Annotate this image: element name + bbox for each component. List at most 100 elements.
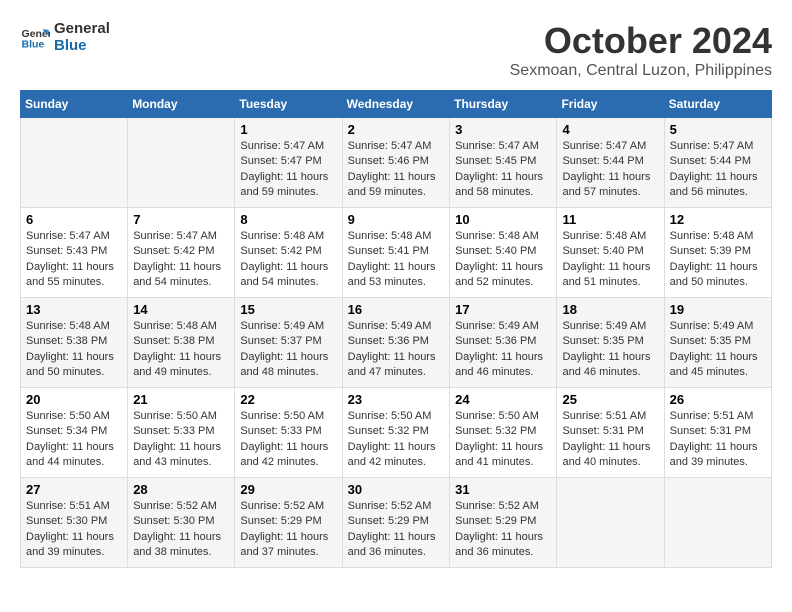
day-info: Sunrise: 5:47 AMSunset: 5:43 PMDaylight:… (26, 229, 122, 291)
calendar-cell: 4 Sunrise: 5:47 AMSunset: 5:44 PMDaylight… (557, 118, 664, 208)
calendar-cell: 22Sunrise: 5:50 AMSunset: 5:33 PMDayligh… (235, 388, 342, 478)
day-info: Sunrise: 5:48 AMSunset: 5:40 PMDaylight:… (455, 229, 551, 291)
day-number: 29 (240, 482, 336, 497)
calendar-header-row: SundayMondayTuesdayWednesdayThursdayFrid… (21, 91, 772, 118)
day-number: 6 (26, 212, 122, 227)
day-info: Sunrise: 5:48 AMSunset: 5:38 PMDaylight:… (133, 319, 229, 381)
calendar-cell: 10Sunrise: 5:48 AMSunset: 5:40 PMDayligh… (450, 208, 557, 298)
calendar-week-row: 6 Sunrise: 5:47 AMSunset: 5:43 PMDaylight… (21, 208, 772, 298)
calendar-cell: 11 Sunrise: 5:48 AMSunset: 5:40 PMDayligh… (557, 208, 664, 298)
calendar-cell: 24 Sunrise: 5:50 AMSunset: 5:32 PMDayligh… (450, 388, 557, 478)
day-number: 25 (562, 392, 658, 407)
day-info: Sunrise: 5:49 AMSunset: 5:36 PMDaylight:… (348, 319, 445, 381)
page-header: General Blue General Blue October 2024 S… (20, 20, 772, 80)
logo-icon: General Blue (20, 22, 50, 52)
day-info: Sunrise: 5:50 AMSunset: 5:32 PMDaylight:… (348, 409, 445, 471)
day-number: 4 (562, 122, 658, 137)
weekday-header: Sunday (21, 91, 128, 118)
day-info: Sunrise: 5:50 AMSunset: 5:34 PMDaylight:… (26, 409, 122, 471)
calendar-cell: 6 Sunrise: 5:47 AMSunset: 5:43 PMDaylight… (21, 208, 128, 298)
day-info: Sunrise: 5:49 AMSunset: 5:36 PMDaylight:… (455, 319, 551, 381)
day-number: 18 (562, 302, 658, 317)
calendar-cell: 30Sunrise: 5:52 AMSunset: 5:29 PMDayligh… (342, 478, 450, 568)
day-info: Sunrise: 5:50 AMSunset: 5:32 PMDaylight:… (455, 409, 551, 471)
title-section: October 2024 Sexmoan, Central Luzon, Phi… (510, 20, 772, 80)
day-info: Sunrise: 5:49 AMSunset: 5:35 PMDaylight:… (562, 319, 658, 381)
day-info: Sunrise: 5:48 AMSunset: 5:39 PMDaylight:… (670, 229, 766, 291)
calendar-cell: 19 Sunrise: 5:49 AMSunset: 5:35 PMDayligh… (664, 298, 771, 388)
day-number: 20 (26, 392, 122, 407)
calendar-cell: 16 Sunrise: 5:49 AMSunset: 5:36 PMDayligh… (342, 298, 450, 388)
calendar-cell: 13 Sunrise: 5:48 AMSunset: 5:38 PMDayligh… (21, 298, 128, 388)
calendar-cell: 15Sunrise: 5:49 AMSunset: 5:37 PMDayligh… (235, 298, 342, 388)
calendar-cell (557, 478, 664, 568)
day-number: 28 (133, 482, 229, 497)
day-info: Sunrise: 5:52 AMSunset: 5:29 PMDaylight:… (455, 499, 551, 561)
day-info: Sunrise: 5:51 AMSunset: 5:31 PMDaylight:… (670, 409, 766, 471)
calendar-cell: 29Sunrise: 5:52 AMSunset: 5:29 PMDayligh… (235, 478, 342, 568)
day-number: 13 (26, 302, 122, 317)
calendar-cell: 23 Sunrise: 5:50 AMSunset: 5:32 PMDayligh… (342, 388, 450, 478)
calendar-week-row: 1 Sunrise: 5:47 AMSunset: 5:47 PMDaylight… (21, 118, 772, 208)
day-info: Sunrise: 5:49 AMSunset: 5:35 PMDaylight:… (670, 319, 766, 381)
day-info: Sunrise: 5:52 AMSunset: 5:29 PMDaylight:… (348, 499, 445, 561)
calendar-cell: 5Sunrise: 5:47 AMSunset: 5:44 PMDaylight… (664, 118, 771, 208)
weekday-header: Wednesday (342, 91, 450, 118)
month-title: October 2024 (510, 20, 772, 62)
day-number: 31 (455, 482, 551, 497)
day-number: 22 (240, 392, 336, 407)
day-number: 9 (348, 212, 445, 227)
location-subtitle: Sexmoan, Central Luzon, Philippines (510, 62, 772, 80)
weekday-header: Friday (557, 91, 664, 118)
weekday-header: Saturday (664, 91, 771, 118)
calendar-cell: 8 Sunrise: 5:48 AMSunset: 5:42 PMDaylight… (235, 208, 342, 298)
day-info: Sunrise: 5:51 AMSunset: 5:31 PMDaylight:… (562, 409, 658, 471)
day-number: 19 (670, 302, 766, 317)
calendar-week-row: 20 Sunrise: 5:50 AMSunset: 5:34 PMDayligh… (21, 388, 772, 478)
calendar-cell: 9Sunrise: 5:48 AMSunset: 5:41 PMDaylight… (342, 208, 450, 298)
calendar-cell: 31 Sunrise: 5:52 AMSunset: 5:29 PMDayligh… (450, 478, 557, 568)
logo-text-line1: General (54, 20, 110, 37)
weekday-header: Thursday (450, 91, 557, 118)
calendar-cell (21, 118, 128, 208)
day-number: 1 (240, 122, 336, 137)
day-info: Sunrise: 5:51 AMSunset: 5:30 PMDaylight:… (26, 499, 122, 561)
calendar-cell: 27 Sunrise: 5:51 AMSunset: 5:30 PMDayligh… (21, 478, 128, 568)
calendar-cell: 25 Sunrise: 5:51 AMSunset: 5:31 PMDayligh… (557, 388, 664, 478)
day-number: 7 (133, 212, 229, 227)
calendar-cell: 21 Sunrise: 5:50 AMSunset: 5:33 PMDayligh… (128, 388, 235, 478)
day-info: Sunrise: 5:47 AMSunset: 5:45 PMDaylight:… (455, 139, 551, 201)
calendar-cell (664, 478, 771, 568)
calendar-table: SundayMondayTuesdayWednesdayThursdayFrid… (20, 90, 772, 568)
calendar-cell: 20 Sunrise: 5:50 AMSunset: 5:34 PMDayligh… (21, 388, 128, 478)
day-number: 17 (455, 302, 551, 317)
day-number: 24 (455, 392, 551, 407)
day-info: Sunrise: 5:47 AMSunset: 5:44 PMDaylight:… (670, 139, 766, 201)
day-number: 11 (562, 212, 658, 227)
day-number: 27 (26, 482, 122, 497)
calendar-cell: 18 Sunrise: 5:49 AMSunset: 5:35 PMDayligh… (557, 298, 664, 388)
day-info: Sunrise: 5:52 AMSunset: 5:30 PMDaylight:… (133, 499, 229, 561)
day-number: 23 (348, 392, 445, 407)
day-number: 2 (348, 122, 445, 137)
day-number: 15 (240, 302, 336, 317)
logo: General Blue General Blue (20, 20, 110, 54)
day-info: Sunrise: 5:48 AMSunset: 5:38 PMDaylight:… (26, 319, 122, 381)
calendar-cell: 12Sunrise: 5:48 AMSunset: 5:39 PMDayligh… (664, 208, 771, 298)
day-info: Sunrise: 5:48 AMSunset: 5:40 PMDaylight:… (562, 229, 658, 291)
calendar-cell: 14 Sunrise: 5:48 AMSunset: 5:38 PMDayligh… (128, 298, 235, 388)
day-info: Sunrise: 5:47 AMSunset: 5:47 PMDaylight:… (240, 139, 336, 201)
day-number: 14 (133, 302, 229, 317)
day-number: 8 (240, 212, 336, 227)
calendar-cell: 3Sunrise: 5:47 AMSunset: 5:45 PMDaylight… (450, 118, 557, 208)
day-info: Sunrise: 5:50 AMSunset: 5:33 PMDaylight:… (133, 409, 229, 471)
day-info: Sunrise: 5:47 AMSunset: 5:46 PMDaylight:… (348, 139, 445, 201)
day-number: 21 (133, 392, 229, 407)
svg-text:Blue: Blue (22, 39, 45, 51)
day-info: Sunrise: 5:47 AMSunset: 5:44 PMDaylight:… (562, 139, 658, 201)
calendar-cell: 28 Sunrise: 5:52 AMSunset: 5:30 PMDayligh… (128, 478, 235, 568)
calendar-cell: 2 Sunrise: 5:47 AMSunset: 5:46 PMDaylight… (342, 118, 450, 208)
day-info: Sunrise: 5:48 AMSunset: 5:42 PMDaylight:… (240, 229, 336, 291)
day-info: Sunrise: 5:47 AMSunset: 5:42 PMDaylight:… (133, 229, 229, 291)
day-number: 16 (348, 302, 445, 317)
